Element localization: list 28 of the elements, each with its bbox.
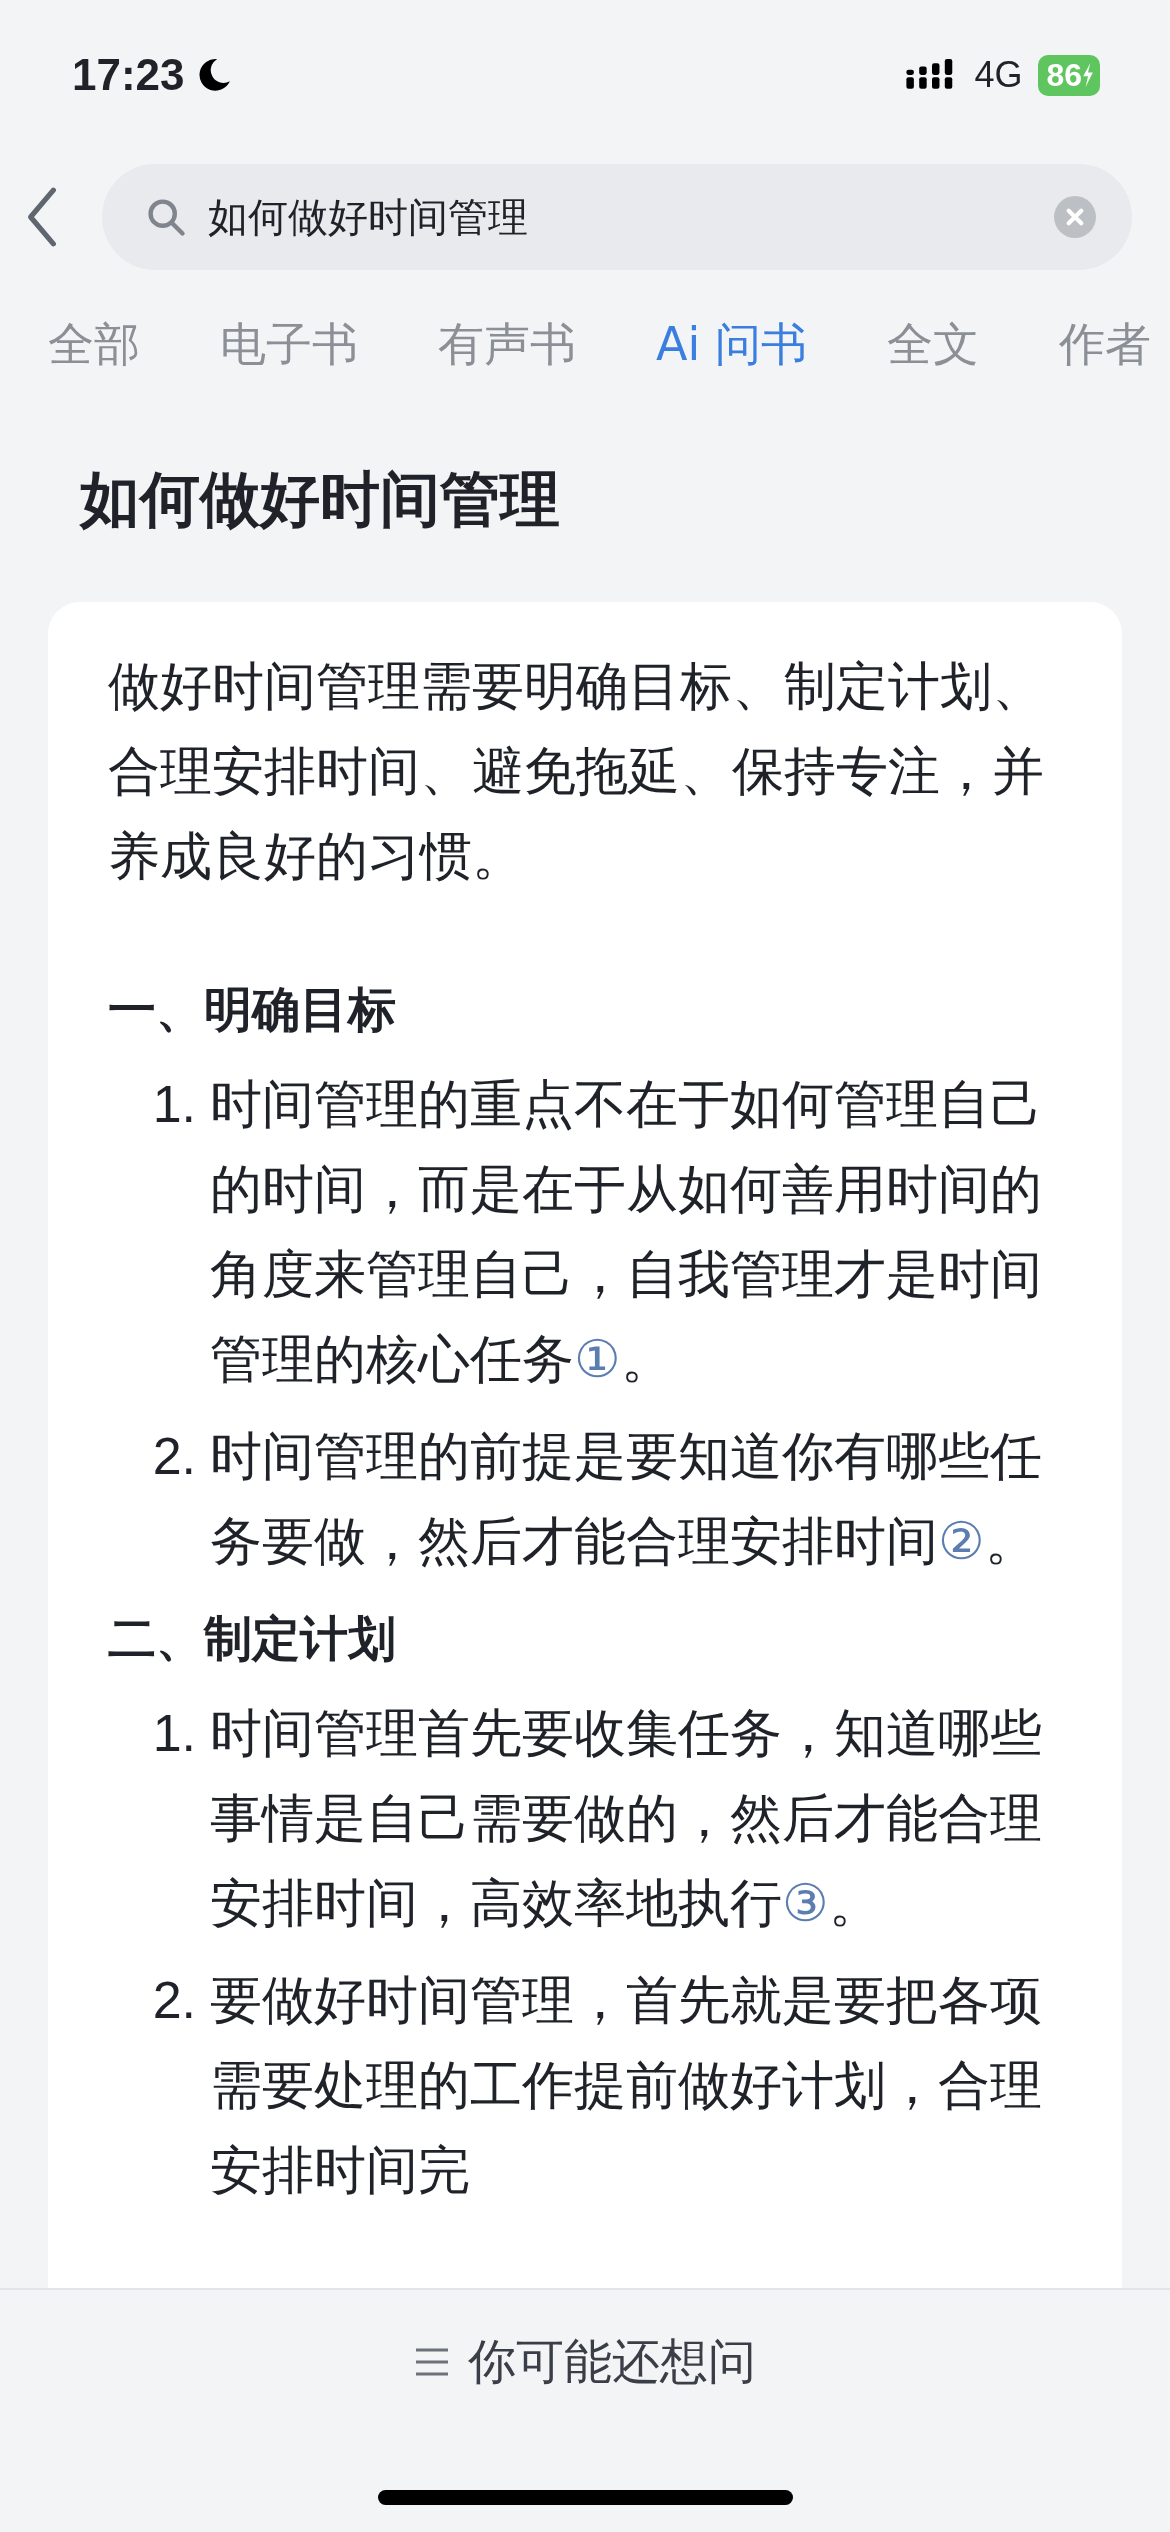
list-number: 2.: [151, 1426, 197, 1487]
list-number: 1.: [151, 1703, 197, 1764]
list-item-text: 时间管理的重点不在于如何管理自己的时间，而是在于从如何善用时间的角度来管理自己，自我管理才是时间管理的核心任务①。: [210, 1073, 1043, 1391]
section-heading: 二、制定计划: [108, 1609, 397, 1668]
answer-summary: 做好时间管理需要明确目标、制定计划、合理安排时间、避免拖延、保持专注，并养成良好的习惯。: [108, 655, 1045, 888]
section-heading: 一、明确目标: [108, 980, 397, 1039]
list-item-text: 时间管理的前提是要知道你有哪些任务要做，然后才能合理安排时间②。: [210, 1425, 1043, 1573]
footnote-link[interactable]: ②: [938, 1511, 985, 1571]
footnote-link[interactable]: ③: [782, 1873, 829, 1933]
list-item-text: 要做好时间管理，首先就是要把各项需要处理的工作提前做好计划，合理安排时间完: [210, 1969, 1043, 2202]
list-number: 2.: [151, 1970, 197, 2031]
tab[interactable]: 电子书: [220, 314, 358, 376]
network-label: 4G: [974, 54, 1023, 96]
tab[interactable]: 全部: [48, 314, 140, 376]
question-title: 如何做好时间管理: [78, 463, 561, 536]
suggested-questions-button[interactable]: 你可能还想问: [414, 2330, 756, 2394]
list-item-text: 时间管理首先要收集任务，知道哪些事情是自己需要做的，然后才能合理安排时间，高效率地执行③。: [210, 1702, 1043, 1935]
search-field[interactable]: 如何做好时间管理: [208, 194, 1034, 240]
list-number: 1.: [151, 1074, 197, 1135]
search-bar[interactable]: 如何做好时间管理: [102, 164, 1132, 270]
status-time: 17:23: [72, 50, 185, 100]
list-icon: [414, 2347, 450, 2377]
tab[interactable]: 有声书: [438, 314, 576, 376]
tab[interactable]: 全文: [886, 314, 979, 376]
tab[interactable]: 作者: [1058, 314, 1151, 376]
tab[interactable]: Ai 问书: [656, 314, 807, 376]
battery-indicator: 86: [1038, 54, 1100, 96]
footnote-link[interactable]: ①: [574, 1329, 621, 1389]
